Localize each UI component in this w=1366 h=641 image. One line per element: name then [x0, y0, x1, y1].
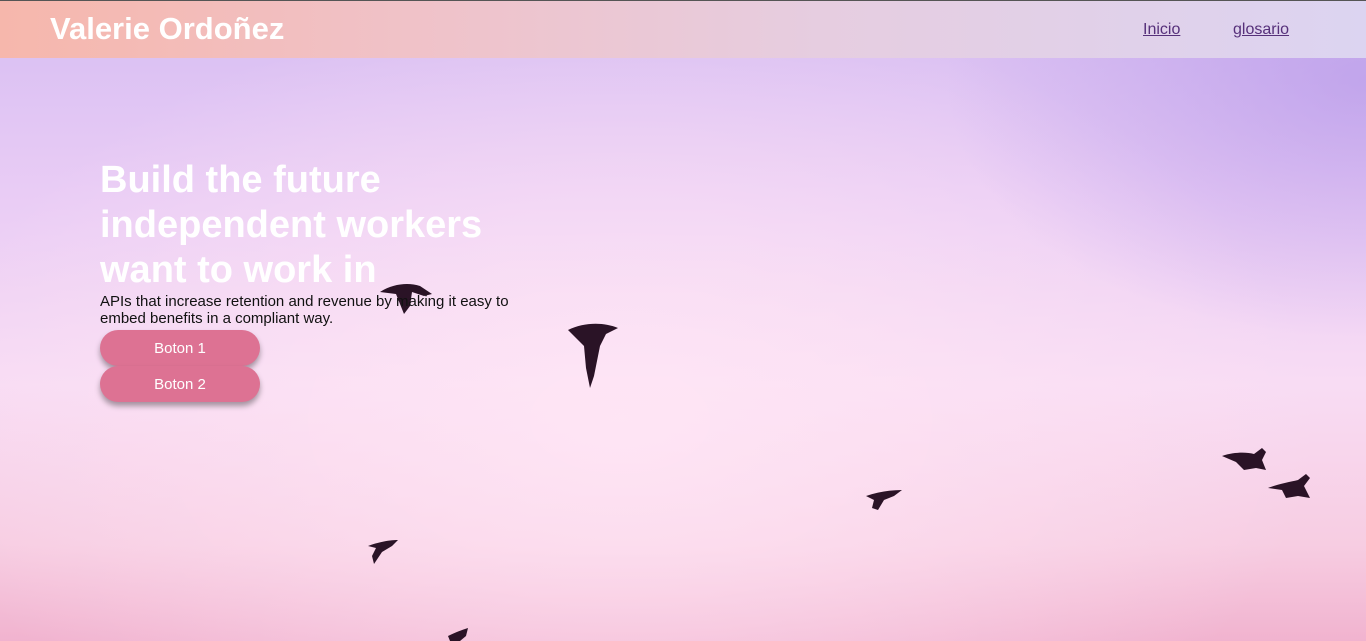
boton-1-button[interactable]: Boton 1: [100, 330, 260, 366]
page: Valerie Ordoñez Inicio glosario Build th…: [0, 0, 1366, 641]
bird-7: [448, 628, 468, 641]
boton-2-button[interactable]: Boton 2: [100, 366, 260, 402]
bird-5: [1222, 448, 1266, 470]
nav-link-inicio[interactable]: Inicio: [1143, 21, 1180, 39]
hero-title: Build the future independent workers wan…: [100, 159, 483, 291]
bird-4: [368, 540, 398, 564]
top-navbar: Valerie Ordoñez Inicio glosario: [0, 0, 1366, 58]
bird-3: [866, 490, 902, 510]
bird-6: [1268, 474, 1310, 498]
bird-2: [568, 323, 618, 388]
hero-subtitle: APIs that increase retention and revenue…: [100, 293, 509, 327]
nav-link-glosario[interactable]: glosario: [1233, 21, 1289, 39]
site-brand[interactable]: Valerie Ordoñez: [50, 11, 284, 47]
